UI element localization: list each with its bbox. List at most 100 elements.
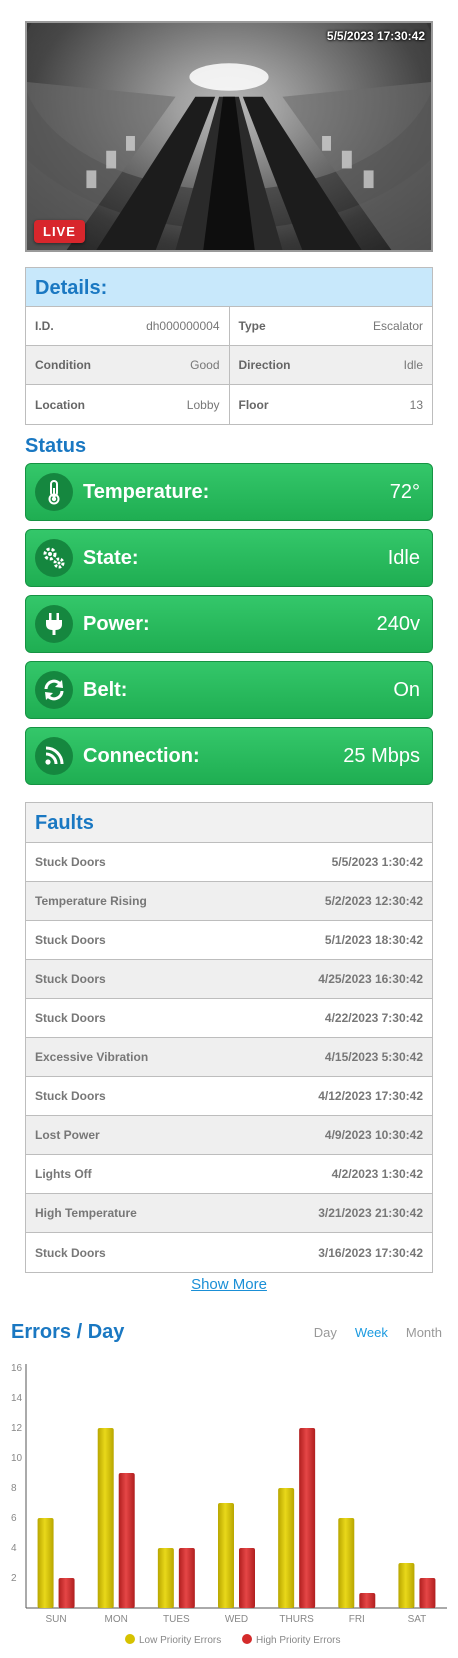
bar-high-fri — [359, 1593, 376, 1608]
y-tick-label: 14 — [11, 1393, 23, 1404]
details-label: Floor — [238, 397, 269, 412]
camera-timestamp: 5/5/2023 17:30:42 — [326, 29, 425, 43]
fault-row[interactable]: Excessive Vibration 4/15/2023 5:30:42 — [26, 1038, 432, 1077]
y-tick-label: 16 — [11, 1363, 23, 1374]
fault-time: 5/5/2023 1:30:42 — [331, 855, 423, 869]
details-value: Escalator — [372, 319, 423, 333]
status-card-belt: Belt: On — [25, 661, 433, 719]
camera-feed[interactable]: 5/5/2023 17:30:42 LIVE — [25, 21, 433, 252]
fault-time: 4/12/2023 17:30:42 — [318, 1089, 423, 1103]
x-tick-label: THURS — [279, 1614, 314, 1625]
fault-row[interactable]: Temperature Rising 5/2/2023 12:30:42 — [26, 882, 432, 921]
tab-month[interactable]: Month — [406, 1325, 442, 1340]
y-tick-label: 6 — [11, 1513, 17, 1524]
bar-low-thurs — [278, 1488, 295, 1608]
details-value: dh000000004 — [146, 319, 220, 333]
fault-name: Excessive Vibration — [35, 1050, 149, 1064]
plug-icon — [35, 605, 73, 643]
bar-low-mon — [97, 1428, 114, 1608]
details-row: Location Lobby Floor 13 — [26, 385, 432, 424]
status-value: 72° — [389, 480, 420, 503]
fault-name: Stuck Doors — [35, 1011, 106, 1025]
bar-low-tues — [157, 1548, 174, 1608]
gears-icon — [35, 539, 73, 577]
x-tick-label: WED — [225, 1614, 248, 1625]
fault-name: High Temperature — [35, 1206, 137, 1220]
thermometer-icon — [35, 473, 73, 511]
fault-row[interactable]: Lights Off 4/2/2023 1:30:42 — [26, 1155, 432, 1194]
y-tick-label: 12 — [11, 1423, 23, 1434]
details-title: Details: — [26, 268, 432, 307]
x-tick-label: SAT — [408, 1614, 427, 1625]
fault-time: 5/2/2023 12:30:42 — [324, 894, 423, 908]
fault-name: Stuck Doors — [35, 1245, 106, 1260]
status-card-state: State: Idle — [25, 529, 433, 587]
details-label: I.D. — [35, 319, 54, 333]
fault-row[interactable]: Stuck Doors 4/12/2023 17:30:42 — [26, 1077, 432, 1116]
tab-day[interactable]: Day — [314, 1325, 337, 1340]
status-card-connection: Connection: 25 Mbps — [25, 727, 433, 785]
fault-time: 4/25/2023 16:30:42 — [318, 972, 423, 986]
status-value: Idle — [387, 546, 420, 569]
fault-row[interactable]: High Temperature 3/21/2023 21:30:42 — [26, 1194, 432, 1233]
bar-low-fri — [338, 1518, 355, 1608]
sync-icon — [35, 671, 73, 709]
details-panel: Details: I.D. dh000000004 Type Escalator… — [25, 267, 433, 425]
details-label: Direction — [238, 358, 291, 372]
fault-time: 5/1/2023 18:30:42 — [324, 933, 423, 947]
fault-name: Temperature Rising — [35, 894, 147, 908]
y-tick-label: 10 — [11, 1453, 23, 1464]
fault-time: 4/2/2023 1:30:42 — [331, 1167, 423, 1181]
y-tick-label: 4 — [11, 1543, 17, 1554]
fault-row[interactable]: Lost Power 4/9/2023 10:30:42 — [26, 1116, 432, 1155]
bar-high-mon — [118, 1473, 135, 1608]
fault-row[interactable]: Stuck Doors 5/5/2023 1:30:42 — [26, 843, 432, 882]
fault-row[interactable]: Stuck Doors 3/16/2023 17:30:42 — [26, 1233, 432, 1272]
x-tick-label: MON — [105, 1614, 128, 1625]
details-value: Idle — [403, 358, 423, 372]
details-value: Good — [190, 358, 220, 372]
signal-icon — [35, 737, 73, 775]
show-more-link[interactable]: Show More — [191, 1276, 267, 1293]
fault-row[interactable]: Stuck Doors 5/1/2023 18:30:42 — [26, 921, 432, 960]
details-value: Lobby — [186, 397, 220, 412]
details-cell-location: Location Lobby — [26, 385, 229, 424]
fault-row[interactable]: Stuck Doors 4/22/2023 7:30:42 — [26, 999, 432, 1038]
details-cell-direction: Direction Idle — [228, 346, 433, 384]
fault-name: Lost Power — [35, 1128, 100, 1142]
fault-name: Stuck Doors — [35, 855, 106, 869]
y-tick-label: 2 — [11, 1573, 17, 1584]
status-label: Temperature: — [83, 480, 210, 503]
status-value: 240v — [376, 612, 420, 635]
legend-swatch — [242, 1634, 252, 1644]
y-tick-label: 8 — [11, 1483, 17, 1494]
details-cell-condition: Condition Good — [26, 346, 229, 384]
details-value: 13 — [409, 397, 423, 412]
details-cell-id: I.D. dh000000004 — [26, 307, 229, 345]
bar-low-wed — [218, 1503, 234, 1608]
status-card-temperature: Temperature: 72° — [25, 463, 433, 521]
status-label: Connection: — [83, 744, 200, 767]
status-label: Power: — [83, 612, 150, 635]
details-cell-type: Type Escalator — [228, 307, 433, 345]
bar-high-thurs — [299, 1428, 316, 1608]
x-tick-label: TUES — [163, 1614, 190, 1625]
show-more-container: Show More — [0, 1276, 458, 1294]
x-tick-label: FRI — [349, 1614, 365, 1625]
details-cell-floor: Floor 13 — [228, 385, 433, 424]
fault-name: Stuck Doors — [35, 933, 106, 947]
faults-panel: Faults Stuck Doors 5/5/2023 1:30:42 Tempe… — [25, 802, 433, 1273]
tab-week[interactable]: Week — [355, 1325, 388, 1340]
bar-high-tues — [178, 1548, 195, 1608]
bar-low-sat — [398, 1563, 415, 1608]
fault-time: 4/9/2023 10:30:42 — [324, 1128, 423, 1142]
legend-label: Low Priority Errors — [139, 1635, 221, 1646]
details-label: Location — [35, 397, 85, 412]
fault-name: Lights Off — [35, 1167, 92, 1181]
details-row: I.D. dh000000004 Type Escalator — [26, 307, 432, 346]
fault-name: Stuck Doors — [35, 1089, 106, 1103]
status-label: State: — [83, 546, 139, 569]
details-label: Type — [238, 319, 266, 333]
x-tick-label: SUN — [46, 1614, 67, 1625]
fault-row[interactable]: Stuck Doors 4/25/2023 16:30:42 — [26, 960, 432, 999]
